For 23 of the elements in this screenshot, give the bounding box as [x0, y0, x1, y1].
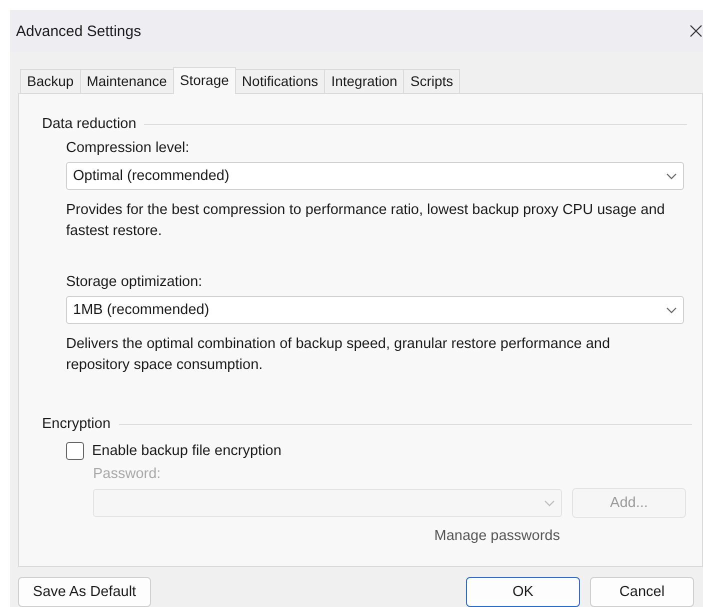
- tab[interactable]: Storage: [172, 67, 236, 94]
- window-title: Advanced Settings: [16, 22, 142, 40]
- dropdown[interactable]: 1MB (recommended): [66, 296, 684, 324]
- field-label: Compression level:: [66, 140, 190, 156]
- description: Provides for the best compression to performance ratio, lowest backup proxy CPU usage and fastest restore.: [66, 201, 666, 241]
- description: Delivers the optimal combination of backup speed, granular restore performance and repository space consumption.: [66, 335, 612, 375]
- close-icon[interactable]: [690, 25, 702, 37]
- checkbox[interactable]: [66, 442, 84, 460]
- chevron-icon: [666, 306, 677, 314]
- tab[interactable]: Backup: [20, 69, 81, 93]
- dropdown[interactable]: Optimal (recommended): [66, 162, 684, 190]
- save-as-default-button[interactable]: Save As Default: [18, 577, 151, 607]
- field-label: Storage optimization:: [66, 274, 204, 290]
- group-heading: Encryption: [42, 416, 111, 432]
- checkbox-label: Enable backup file encryption: [92, 443, 282, 459]
- field-label: Password:: [93, 466, 162, 482]
- tab[interactable]: Scripts: [403, 69, 460, 93]
- ok-button[interactable]: OK: [466, 577, 580, 607]
- cancel-button[interactable]: Cancel: [590, 577, 694, 607]
- chevron-icon: [544, 500, 555, 506]
- manage-passwords-link[interactable]: Manage passwords: [434, 528, 560, 544]
- group-heading: Data reduction: [42, 116, 136, 132]
- chevron-icon: [666, 172, 677, 180]
